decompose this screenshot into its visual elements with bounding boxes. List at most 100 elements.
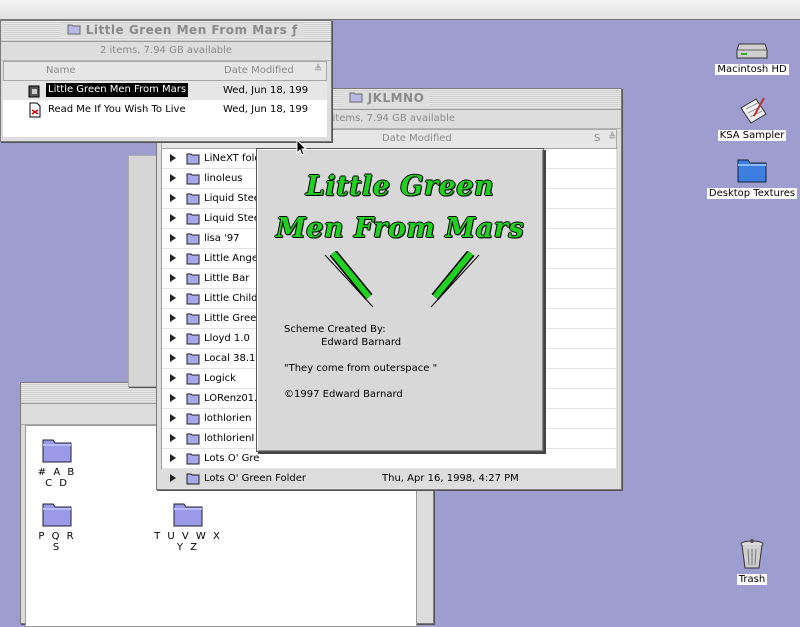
disclosure-triangle-icon[interactable] [170,254,176,262]
sort-direction-icon[interactable]: ≜ [608,132,616,143]
copyright-text: ©1997 Edward Barnard [284,389,403,400]
scheme-title-line2: Men From Mars [275,213,525,244]
folder-icon [349,92,363,103]
folder-icon [186,473,200,485]
document-icon [740,97,767,124]
disclosure-triangle-icon[interactable] [170,234,176,242]
disclosure-triangle-icon[interactable] [170,454,176,462]
disclosure-triangle-icon[interactable] [170,214,176,222]
desktop-icon-trash[interactable]: Trash [724,538,780,585]
folder-icon [186,293,200,305]
disclosure-triangle-icon[interactable] [170,354,176,362]
green-ray-left-icon [324,251,374,308]
disclosure-triangle-icon[interactable] [170,194,176,202]
disclosure-triangle-icon[interactable] [170,394,176,402]
item-name[interactable]: Little Gree [204,309,256,328]
hard-drive-icon [736,43,768,59]
list-item[interactable]: Little Green Men From Mars Wed, Jun 18, … [3,81,327,100]
desktop-icon-label: Desktop Textures [706,188,798,199]
item-name[interactable]: linoleus [204,169,243,188]
desktop-icon-label: Macintosh HD [715,64,789,75]
item-name[interactable]: Lots O' Green Folder [204,469,306,488]
window-info-bar: 2 items, 7.94 GB available [1,42,331,61]
folder-abcd[interactable]: # A B C D [32,434,82,489]
folder-icon [42,503,72,527]
sort-direction-icon[interactable]: ≜ [314,64,322,75]
item-name[interactable]: Lots O' Gre [204,449,259,468]
folder-icon [186,373,200,385]
window-title: Little Green Men From Mars ƒ [85,23,298,37]
folder-icon [186,193,200,205]
item-name[interactable]: Logick [204,369,236,388]
item-name[interactable]: Little Green Men From Mars [46,83,189,97]
date-modified-header[interactable]: Date Modified [224,65,294,76]
list-item[interactable]: Lots O' Green Folder Thu, Apr 16, 1998, 4… [162,469,616,489]
disclosure-triangle-icon[interactable] [170,334,176,342]
item-name[interactable]: Lloyd 1.0 [204,329,250,348]
desktop-icon-desktop-textures[interactable]: Desktop Textures [704,154,800,199]
disclosure-triangle-icon[interactable] [170,414,176,422]
disclosure-triangle-icon[interactable] [170,314,176,322]
folder-icon [186,153,200,165]
disclosure-triangle-icon[interactable] [170,294,176,302]
green-ray-right-icon [430,251,480,308]
folder-icon [186,313,200,325]
item-name[interactable]: lothlorienI [204,429,254,448]
column-header[interactable]: Name Date Modified ≜ [3,61,327,81]
folder-tuvwxyz[interactable]: T U V W X Y Z [148,498,228,553]
desktop-icon-label: Trash [736,574,768,585]
folder-icon [186,333,200,345]
folder-icon [186,353,200,365]
disclosure-triangle-icon[interactable] [170,434,176,442]
date-modified-header[interactable]: Date Modified [382,133,452,144]
desktop-icon-macintosh-hd[interactable]: Macintosh HD [712,40,792,75]
about-scheme-window[interactable]: Little Green Men From Mars Scheme Create… [256,148,544,452]
app-icon [28,85,40,98]
folder-icon [186,393,200,405]
list-item[interactable]: Lots O' Gre [162,449,616,469]
item-name[interactable]: lisa '97 [204,229,240,248]
item-name[interactable]: Local 38.1 [204,349,255,368]
disclosure-triangle-icon[interactable] [170,154,176,162]
window-title-bar[interactable]: Little Green Men From Mars ƒ [1,21,331,42]
item-name[interactable]: LORenz01. [204,389,257,408]
folder-icon [737,159,767,183]
folder-icon [186,173,200,185]
item-date: Thu, Apr 16, 1998, 4:27 PM [382,473,519,484]
folder-icon [186,273,200,285]
name-header[interactable]: Name [46,65,76,76]
disclosure-triangle-icon[interactable] [170,474,176,482]
item-name[interactable]: LiNeXT fold [204,149,261,168]
document-icon [29,102,41,118]
folder-icon [67,24,81,35]
list-item[interactable]: Read Me If You Wish To Live Wed, Jun 18,… [3,100,327,119]
folder-pqrs[interactable]: P Q R S [32,498,82,553]
item-name[interactable]: Little Bar [204,269,249,288]
disclosure-triangle-icon[interactable] [170,374,176,382]
item-date: Wed, Jun 18, 199 [223,85,309,96]
disclosure-triangle-icon[interactable] [170,174,176,182]
folder-icon [42,439,72,463]
desktop-icon-ksa-sampler[interactable]: KSA Sampler [708,96,796,141]
item-name[interactable]: Read Me If You Wish To Live [48,100,186,119]
disclosure-triangle-icon[interactable] [170,274,176,282]
item-date: Wed, Jun 18, 199 [223,104,309,115]
little-green-men-window[interactable]: Little Green Men From Mars ƒ 2 items, 7.… [0,20,332,142]
item-name[interactable]: Liquid Stee [204,189,260,208]
item-name[interactable]: Liquid Stee [204,209,260,228]
folder-icon [186,213,200,225]
folder-label: # A B C D [37,467,77,489]
item-name[interactable]: lothlorien [204,409,251,428]
mouse-cursor-icon [296,139,308,156]
scheme-title-line1: Little Green [305,171,495,202]
item-name[interactable]: Little Child [204,289,258,308]
folder-label: P Q R S [38,531,76,553]
item-name[interactable]: Little Ange [204,249,258,268]
credit-label: Scheme Created By: [284,324,386,335]
folder-icon [186,253,200,265]
size-header[interactable]: S [594,133,600,144]
quote-text: "They come from outerspace " [284,363,438,374]
folder-icon [186,233,200,245]
menu-bar[interactable] [0,0,800,20]
folder-icon [173,503,203,527]
